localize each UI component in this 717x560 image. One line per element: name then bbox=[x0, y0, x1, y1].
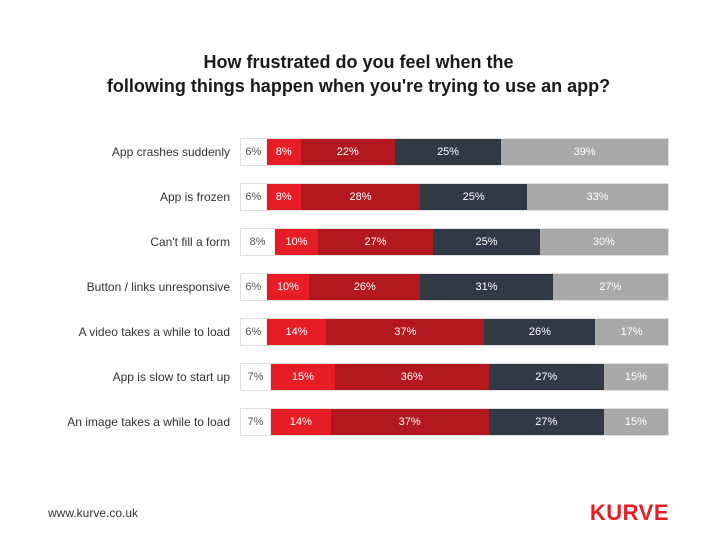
bar-segment: 25% bbox=[433, 229, 540, 255]
bar-segment: 25% bbox=[420, 184, 527, 210]
bar-segment: 26% bbox=[309, 274, 420, 300]
bar-segment: 7% bbox=[241, 364, 271, 390]
bar-segment: 17% bbox=[595, 319, 668, 345]
stacked-bar: 8%10%27%25%30% bbox=[240, 228, 669, 256]
bar-segment: 10% bbox=[275, 229, 318, 255]
title-line-1: How frustrated do you feel when the bbox=[203, 52, 513, 72]
stacked-bar: 6%14%37%26%17% bbox=[240, 318, 669, 346]
brand-logo: KURVE bbox=[590, 500, 669, 526]
bar-segment: 39% bbox=[501, 139, 668, 165]
stacked-bar: 7%14%37%27%15% bbox=[240, 408, 669, 436]
stacked-bar: 7%15%36%27%15% bbox=[240, 363, 669, 391]
stacked-bar: 6%8%28%25%33% bbox=[240, 183, 669, 211]
bar-segment: 14% bbox=[271, 409, 331, 435]
footer: www.kurve.co.uk KURVE bbox=[48, 500, 669, 526]
bar-segment: 30% bbox=[540, 229, 668, 255]
bar-segment: 33% bbox=[527, 184, 668, 210]
bar-segment: 27% bbox=[489, 409, 604, 435]
bar-segment: 8% bbox=[241, 229, 275, 255]
chart-row: App crashes suddenly6%8%22%25%39% bbox=[48, 139, 669, 165]
bar-segment: 10% bbox=[267, 274, 310, 300]
row-label: An image takes a while to load bbox=[48, 415, 240, 429]
bar-segment: 28% bbox=[301, 184, 421, 210]
source-url: www.kurve.co.uk bbox=[48, 506, 138, 520]
row-label: App is frozen bbox=[48, 190, 240, 204]
bar-segment: 6% bbox=[241, 319, 267, 345]
bar-segment: 7% bbox=[241, 409, 271, 435]
bar-segment: 15% bbox=[271, 364, 335, 390]
bar-segment: 15% bbox=[604, 409, 668, 435]
bar-segment: 8% bbox=[267, 139, 301, 165]
row-label: A video takes a while to load bbox=[48, 325, 240, 339]
bar-segment: 8% bbox=[267, 184, 301, 210]
bar-segment: 27% bbox=[553, 274, 668, 300]
bar-segment: 6% bbox=[241, 274, 267, 300]
bar-segment: 36% bbox=[335, 364, 489, 390]
row-label: App is slow to start up bbox=[48, 370, 240, 384]
chart-row: A video takes a while to load6%14%37%26%… bbox=[48, 319, 669, 345]
bar-segment: 6% bbox=[241, 184, 267, 210]
row-label: App crashes suddenly bbox=[48, 145, 240, 159]
bar-segment: 26% bbox=[484, 319, 595, 345]
bar-segment: 15% bbox=[604, 364, 668, 390]
chart-row: An image takes a while to load7%14%37%27… bbox=[48, 409, 669, 435]
bar-segment: 14% bbox=[267, 319, 327, 345]
chart-row: Button / links unresponsive6%10%26%31%27… bbox=[48, 274, 669, 300]
bar-segment: 27% bbox=[318, 229, 433, 255]
stacked-bar-chart: App crashes suddenly6%8%22%25%39%App is … bbox=[48, 139, 669, 435]
chart-row: App is frozen6%8%28%25%33% bbox=[48, 184, 669, 210]
bar-segment: 37% bbox=[331, 409, 489, 435]
bar-segment: 6% bbox=[241, 139, 267, 165]
bar-segment: 31% bbox=[420, 274, 552, 300]
chart-container: How frustrated do you feel when the foll… bbox=[0, 0, 717, 560]
chart-row: App is slow to start up7%15%36%27%15% bbox=[48, 364, 669, 390]
row-label: Can't fill a form bbox=[48, 235, 240, 249]
bar-segment: 25% bbox=[395, 139, 502, 165]
bar-segment: 22% bbox=[301, 139, 395, 165]
title-line-2: following things happen when you're tryi… bbox=[107, 76, 610, 96]
bar-segment: 27% bbox=[489, 364, 604, 390]
bar-segment: 37% bbox=[326, 319, 484, 345]
stacked-bar: 6%8%22%25%39% bbox=[240, 138, 669, 166]
chart-title: How frustrated do you feel when the foll… bbox=[79, 50, 639, 99]
row-label: Button / links unresponsive bbox=[48, 280, 240, 294]
stacked-bar: 6%10%26%31%27% bbox=[240, 273, 669, 301]
chart-row: Can't fill a form8%10%27%25%30% bbox=[48, 229, 669, 255]
